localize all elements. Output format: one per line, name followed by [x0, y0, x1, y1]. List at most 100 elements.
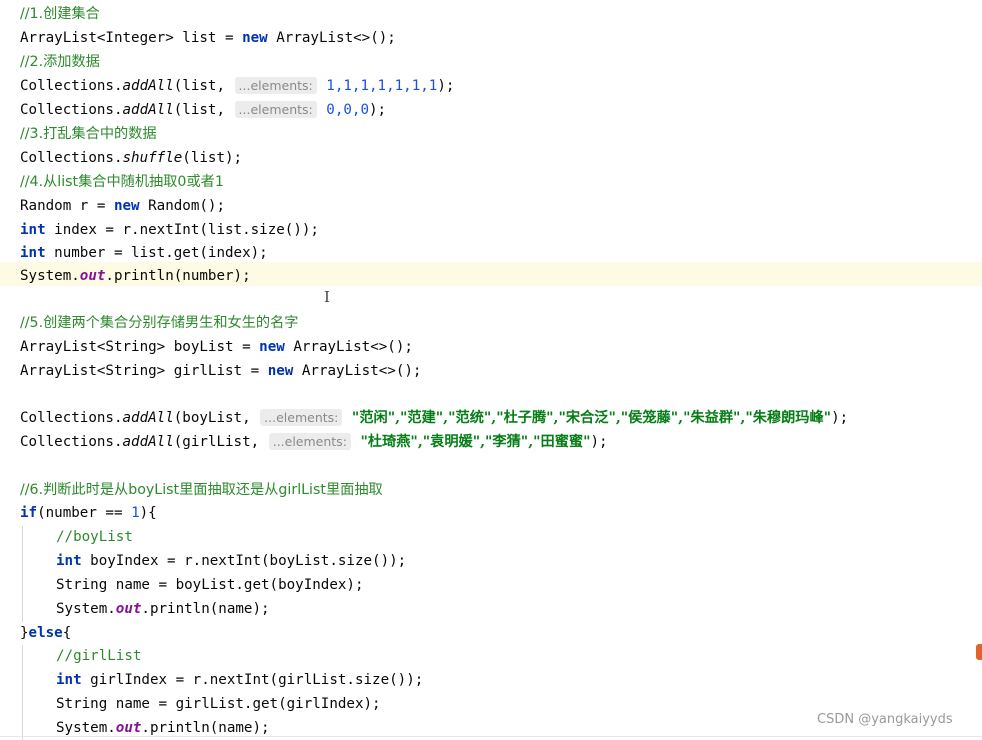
keyword-else: else	[28, 625, 63, 641]
code-token: ArrayList<>();	[293, 363, 422, 379]
code-line-15[interactable]: ArrayList<String> boyList = new ArrayLis…	[20, 335, 413, 359]
code-line-2[interactable]: ArrayList<Integer> list = new ArrayList<…	[20, 26, 396, 50]
code-token: );	[831, 410, 849, 426]
code-line-21[interactable]: //6.判断此时是从boyList里面抽取还是从girlList里面抽取	[20, 478, 383, 502]
number-literals: 0,0,0	[326, 102, 370, 118]
code-line-23[interactable]: //boyList	[56, 525, 133, 549]
code-line-28[interactable]: //girlList	[56, 644, 141, 668]
code-token: (number ==	[37, 505, 132, 521]
keyword-int: int	[20, 222, 46, 238]
method-addall: addAll	[122, 102, 174, 118]
code-line-11[interactable]: int number = list.get(index);	[20, 241, 268, 265]
text-cursor-icon: I	[324, 288, 330, 306]
code-token: Collections.	[20, 150, 123, 166]
code-token: ArrayList<>();	[284, 339, 413, 355]
keyword-new: new	[113, 198, 140, 214]
code-line-7[interactable]: Collections.shuffle(list);	[20, 146, 242, 170]
comment: //3.打乱集合中的数据	[20, 126, 157, 142]
code-token: System.	[56, 720, 116, 736]
code-line-1[interactable]: //1.创建集合	[20, 2, 100, 26]
code-token: ArrayList<Integer> list =	[20, 30, 243, 46]
code-line-24[interactable]: int boyIndex = r.nextInt(boyList.size())…	[56, 549, 406, 573]
keyword-int: int	[56, 672, 82, 688]
code-token: number = list.get(index);	[45, 245, 268, 261]
code-token: String name = boyList.get(boyIndex);	[56, 577, 364, 593]
parameter-hint: ...elements:	[234, 101, 317, 118]
method-addall: addAll	[122, 78, 174, 94]
code-line-27[interactable]: }else{	[20, 621, 71, 645]
code-line-18[interactable]: Collections.addAll(boyList, ...elements:…	[20, 406, 848, 430]
code-token: Random();	[139, 198, 226, 214]
code-line-6[interactable]: //3.打乱集合中的数据	[20, 122, 157, 146]
code-line-8[interactable]: //4.从list集合中随机抽取0或者1	[20, 170, 224, 194]
code-token: .println(name);	[141, 601, 270, 617]
code-token: Collections.	[20, 78, 123, 94]
code-token: ArrayList<String> boyList =	[20, 339, 260, 355]
keyword-new: new	[242, 30, 268, 46]
string-literals-girls: "杜琦燕","袁明媛","李猜","田蜜蜜"	[360, 434, 591, 450]
method-shuffle: shuffle	[122, 150, 183, 166]
code-token: (list);	[182, 150, 243, 166]
code-token: ArrayList<String> girlList =	[20, 363, 268, 379]
keyword-int: int	[56, 553, 82, 569]
comment: //6.判断此时是从boyList里面抽取还是从girlList里面抽取	[20, 482, 383, 498]
code-token: (list,	[173, 78, 225, 94]
code-token: System.	[20, 268, 80, 284]
code-line-25[interactable]: String name = boyList.get(boyIndex);	[56, 573, 364, 597]
code-token: Random r =	[20, 198, 114, 214]
code-token: (girlList,	[173, 434, 260, 450]
comment: //4.从list集合中随机抽取0或者1	[20, 174, 224, 190]
code-token: ){	[139, 505, 157, 521]
code-line-22[interactable]: if(number == 1){	[20, 501, 157, 525]
parameter-hint: ...elements:	[234, 77, 317, 94]
parameter-hint: ...elements:	[268, 433, 351, 450]
indent-guide-else	[22, 645, 23, 740]
method-addall: addAll	[122, 434, 174, 450]
field-out: out	[115, 720, 142, 736]
code-line-9[interactable]: Random r = new Random();	[20, 194, 225, 218]
keyword-new: new	[259, 339, 285, 355]
comment: //boyList	[56, 529, 133, 545]
watermark: CSDN @yangkaiyyds	[817, 712, 953, 727]
code-editor[interactable]: //1.创建集合 ArrayList<Integer> list = new A…	[0, 0, 982, 740]
code-token: Collections.	[20, 410, 123, 426]
code-line-26[interactable]: System.out.println(name);	[56, 597, 270, 621]
comment: //5.创建两个集合分别存储男生和女生的名字	[20, 315, 299, 331]
code-token: boyIndex = r.nextInt(boyList.size());	[81, 553, 407, 569]
field-out: out	[79, 268, 106, 284]
code-token: );	[590, 434, 608, 450]
code-token: .println(number);	[105, 268, 251, 284]
code-line-30[interactable]: String name = girlList.get(girlIndex);	[56, 692, 381, 716]
keyword-if: if	[20, 505, 38, 521]
divider	[0, 736, 982, 737]
code-token: index = r.nextInt(list.size());	[45, 222, 319, 238]
code-token: (list,	[173, 102, 225, 118]
method-addall: addAll	[122, 410, 174, 426]
code-line-5[interactable]: Collections.addAll(list, ...elements: 0,…	[20, 98, 386, 122]
keyword-int: int	[20, 245, 46, 261]
code-token: {	[62, 625, 72, 641]
code-token: .println(name);	[141, 720, 270, 736]
code-line-12[interactable]: System.out.println(number);	[20, 264, 251, 288]
code-line-4[interactable]: Collections.addAll(list, ...elements: 1,…	[20, 74, 454, 98]
parameter-hint: ...elements:	[260, 409, 343, 426]
scroll-marker[interactable]	[976, 644, 982, 660]
code-token: System.	[56, 601, 116, 617]
code-line-19[interactable]: Collections.addAll(girlList, ...elements…	[20, 430, 608, 454]
code-token: String name = girlList.get(girlIndex);	[56, 696, 381, 712]
code-token: );	[437, 78, 455, 94]
code-token: Collections.	[20, 434, 123, 450]
code-line-16[interactable]: ArrayList<String> girlList = new ArrayLi…	[20, 359, 421, 383]
code-line-29[interactable]: int girlIndex = r.nextInt(girlList.size(…	[56, 668, 423, 692]
comment: //1.创建集合	[20, 6, 100, 22]
code-line-14[interactable]: //5.创建两个集合分别存储男生和女生的名字	[20, 311, 298, 335]
code-token: girlIndex = r.nextInt(girlList.size());	[81, 672, 424, 688]
number-literal: 1	[131, 505, 140, 521]
number-literals: 1,1,1,1,1,1,1	[326, 78, 438, 94]
code-token: }	[20, 625, 29, 641]
code-token: );	[369, 102, 387, 118]
string-literals-boys: "范闲","范建","范统","杜子腾","宋合泛","侯笼藤","朱益群","…	[351, 410, 832, 426]
field-out: out	[115, 601, 142, 617]
code-line-10[interactable]: int index = r.nextInt(list.size());	[20, 218, 319, 242]
code-line-3[interactable]: //2.添加数据	[20, 50, 100, 74]
